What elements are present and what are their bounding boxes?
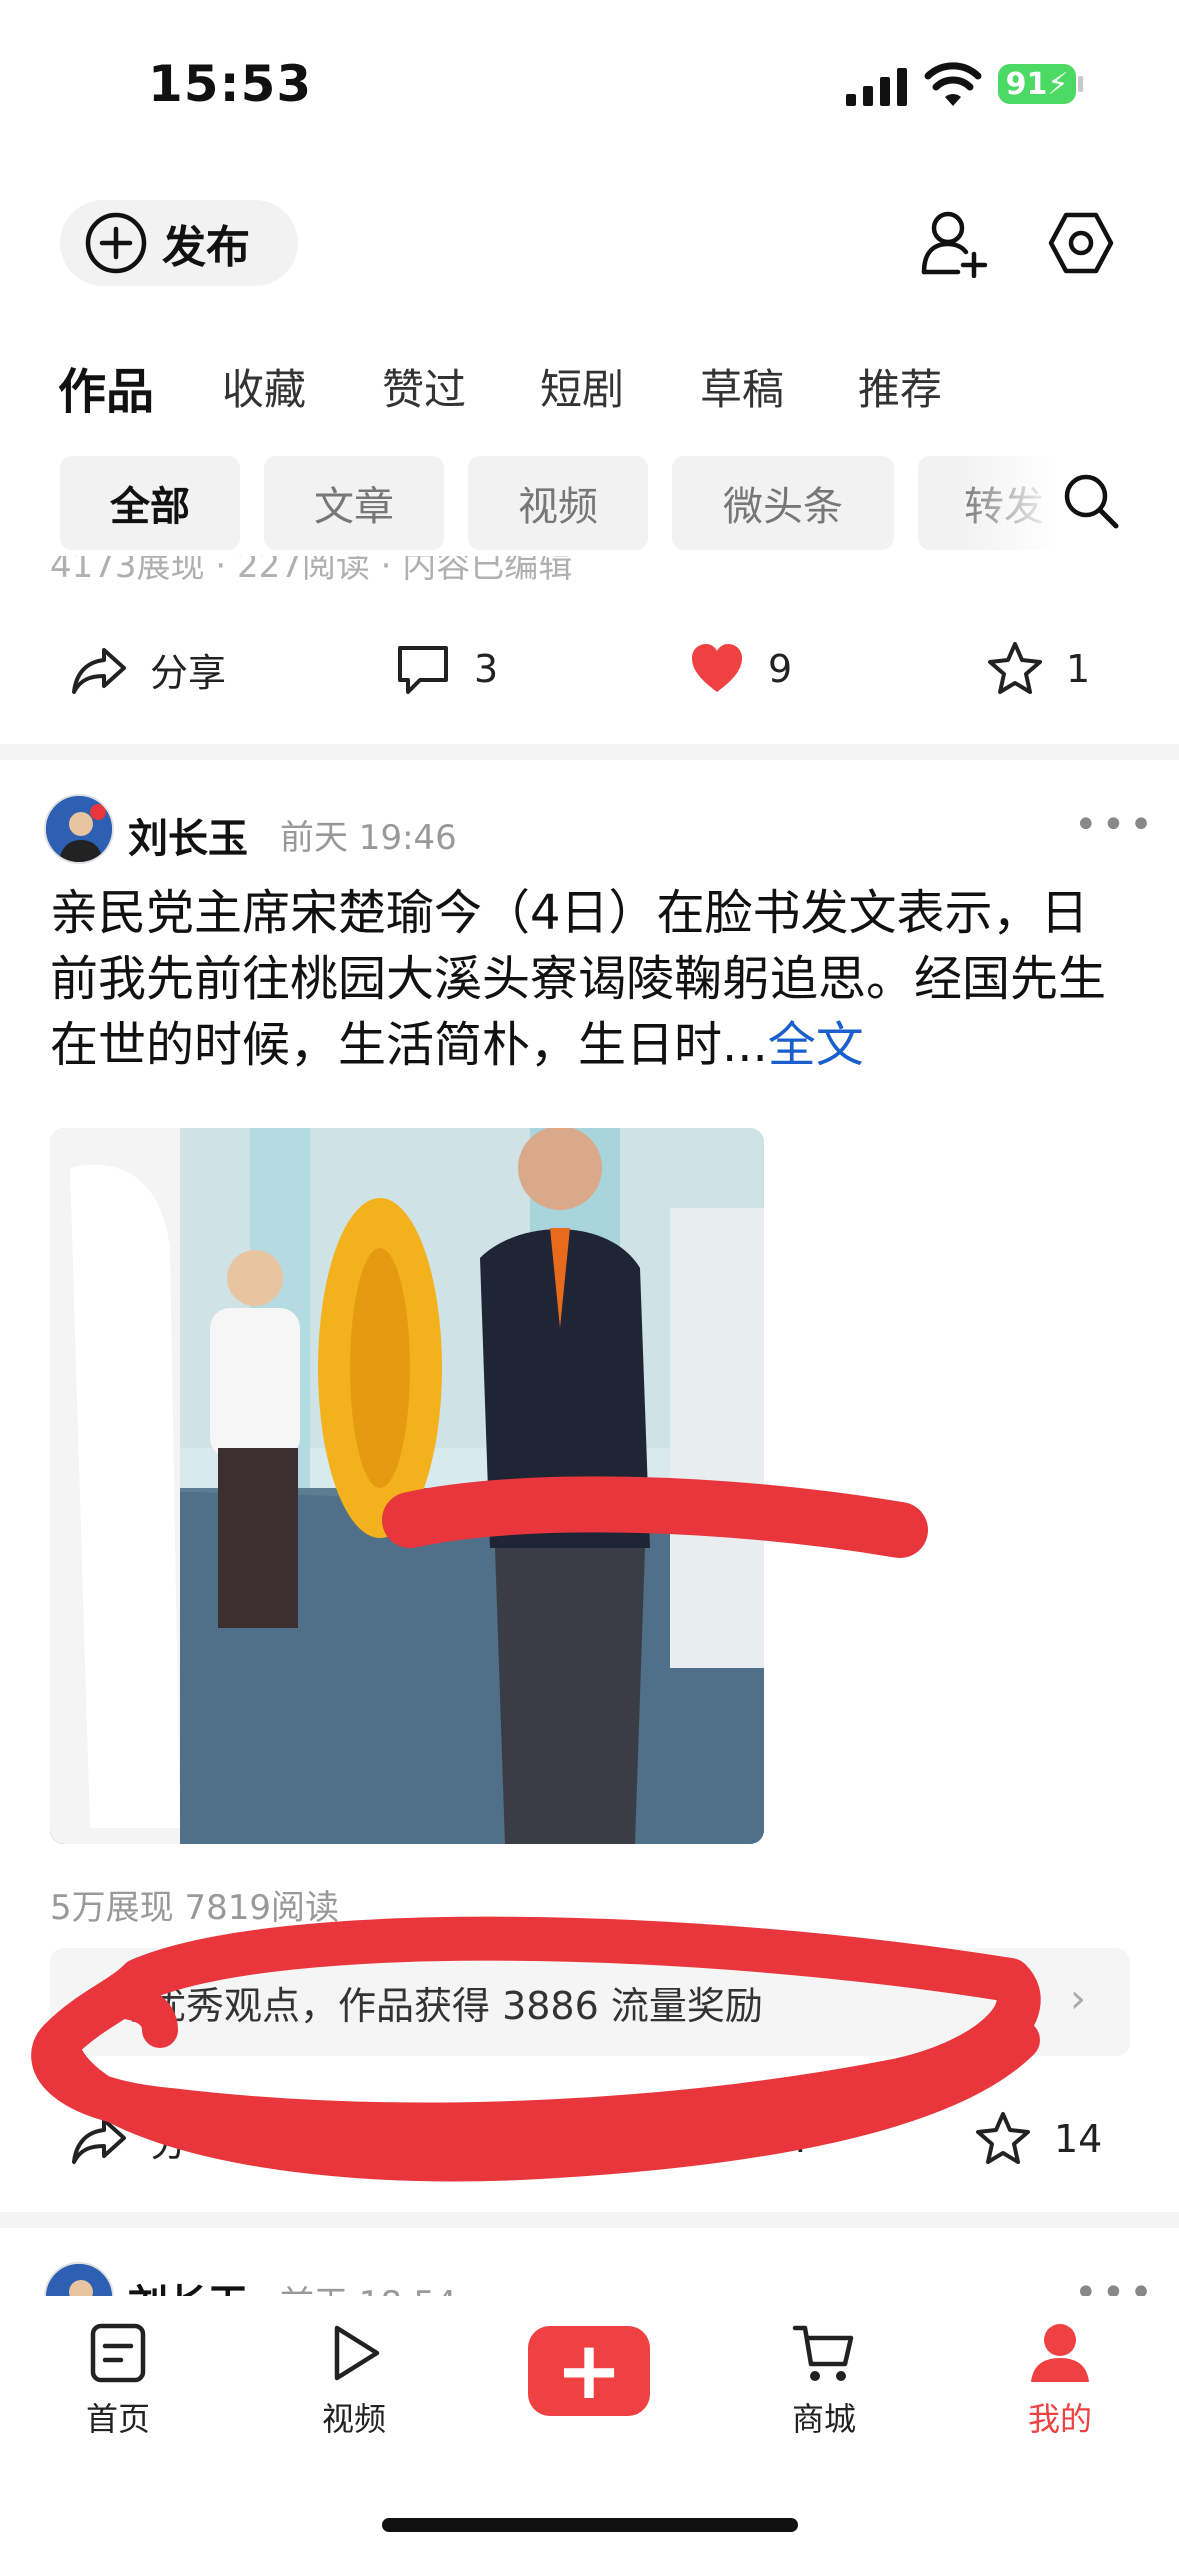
plus-icon: + xyxy=(555,2324,623,2417)
divider xyxy=(0,744,1179,760)
nav-home[interactable]: 首页 xyxy=(48,2320,188,2440)
tab-drafts[interactable]: 草稿 xyxy=(700,356,784,417)
post1-comment-button[interactable]: 3 xyxy=(394,640,498,698)
tab-recommend[interactable]: 推荐 xyxy=(858,356,942,417)
comment-count: 3 xyxy=(474,647,499,691)
nav-publish-button[interactable]: + xyxy=(528,2326,650,2416)
favorite-count: 14 xyxy=(1054,2117,1103,2161)
nav-label: 首页 xyxy=(85,2400,150,2438)
avatar-image xyxy=(46,796,112,862)
nav-label: 商城 xyxy=(791,2400,856,2438)
heart-icon xyxy=(684,2114,734,2162)
post-time: 前天 19:46 xyxy=(280,818,457,858)
author-avatar[interactable] xyxy=(44,794,114,864)
signal-icon xyxy=(846,68,907,106)
publish-button[interactable]: 发布 xyxy=(60,200,298,286)
video-icon xyxy=(334,2325,380,2381)
add-friend-icon[interactable] xyxy=(918,206,990,278)
chevron-right-icon: › xyxy=(1070,1976,1086,2022)
chip-articles[interactable]: 文章 xyxy=(264,456,444,550)
photo-illustration xyxy=(50,1128,764,1844)
like-count: 74 xyxy=(760,2117,809,2161)
tab-favorites[interactable]: 收藏 xyxy=(222,356,306,417)
favorite-count: 1 xyxy=(1066,647,1091,691)
profile-icon xyxy=(1031,2324,1089,2382)
fulltext-link[interactable]: 全文 xyxy=(768,1017,864,1073)
post1-like-button[interactable]: 9 xyxy=(688,640,792,698)
post1-stats: 4173展现 · 227阅读 · 内容已编辑 xyxy=(50,556,573,586)
star-icon xyxy=(976,2112,1030,2164)
publish-label: 发布 xyxy=(162,222,250,273)
chip-videos[interactable]: 视频 xyxy=(468,456,648,550)
comment-icon xyxy=(398,646,448,694)
wifi-icon xyxy=(924,62,982,106)
like-count: 9 xyxy=(768,647,793,691)
reward-banner[interactable]: 为优秀观点，作品获得 3886 流量奖励 xyxy=(50,1948,1130,2056)
nav-mall[interactable]: 商城 xyxy=(754,2320,894,2440)
post1-favorite-button[interactable]: 1 xyxy=(986,640,1090,698)
home-icon xyxy=(90,2323,146,2383)
nav-profile[interactable]: 我的 xyxy=(990,2320,1130,2440)
share-icon xyxy=(72,2118,126,2164)
post-body: 亲民党主席宋楚瑜今（4日）在脸书发文表示，日前我先前往桃园大溪头寮谒陵鞠躬追思。… xyxy=(50,885,1107,1073)
battery-level: 91 xyxy=(1005,66,1048,102)
chip-all[interactable]: 全部 xyxy=(60,456,240,550)
heart-icon xyxy=(692,644,742,692)
post-stats: 5万展现 7819阅读 xyxy=(50,1888,339,1928)
post2-favorite-button[interactable]: 14 xyxy=(974,2110,1102,2168)
chip-micro-posts[interactable]: 微头条 xyxy=(672,456,894,550)
divider xyxy=(0,2212,1179,2228)
nav-video[interactable]: 视频 xyxy=(284,2320,424,2440)
tab-short-drama[interactable]: 短剧 xyxy=(540,356,624,417)
battery-tip xyxy=(1078,76,1083,92)
share-label: 分 xyxy=(150,2120,189,2165)
post-text[interactable]: 亲民党主席宋楚瑜今（4日）在脸书发文表示，日前我先前往桃园大溪头寮谒陵鞠躬追思。… xyxy=(50,880,1130,1078)
reward-text: 为优秀观点，作品获得 3886 流量奖励 xyxy=(110,1983,763,2028)
author-name[interactable]: 刘长玉 xyxy=(128,806,248,864)
plus-circle-icon xyxy=(85,212,147,274)
more-options-icon[interactable]: ••• xyxy=(1074,802,1157,848)
star-icon xyxy=(988,642,1042,694)
post1-share-button[interactable]: 分享 xyxy=(70,640,226,698)
nav-label: 我的 xyxy=(1027,2400,1092,2438)
status-time: 15:53 xyxy=(148,55,313,113)
settings-icon[interactable] xyxy=(1048,210,1114,276)
home-indicator xyxy=(382,2518,798,2532)
post2-like-button[interactable]: 74 xyxy=(680,2110,808,2168)
battery-indicator: 91 ⚡ xyxy=(998,64,1076,104)
cart-icon xyxy=(792,2325,854,2381)
post-photo[interactable] xyxy=(50,1128,764,1844)
nav-label: 视频 xyxy=(321,2400,386,2438)
tab-liked[interactable]: 赞过 xyxy=(382,356,466,417)
share-label: 分享 xyxy=(150,650,227,695)
share-icon xyxy=(72,648,126,694)
search-icon[interactable] xyxy=(1060,470,1122,532)
post2-share-button[interactable]: 分 xyxy=(70,2110,188,2168)
tab-works[interactable]: 作品 xyxy=(58,352,154,422)
